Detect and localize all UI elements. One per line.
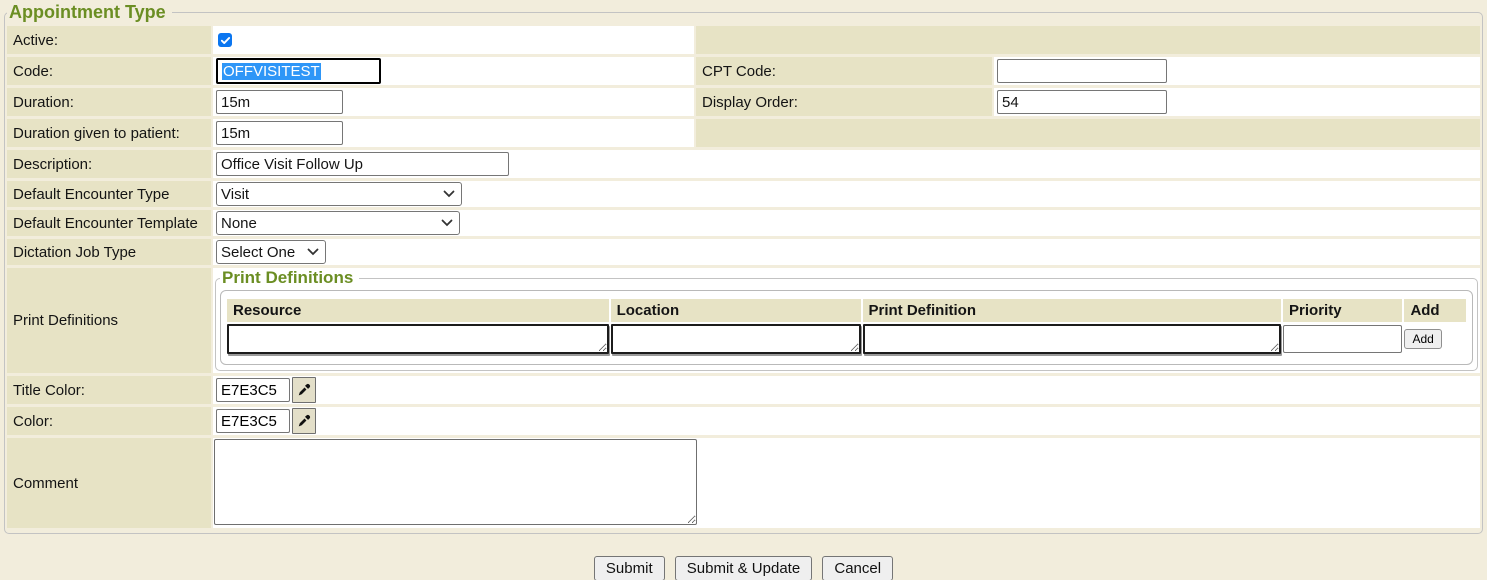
dictation-job-type-label: Dictation Job Type <box>7 239 211 265</box>
cancel-button[interactable]: Cancel <box>822 556 893 580</box>
duration-patient-row-filler <box>696 119 1480 147</box>
dictation-job-type-cell: Select One <box>213 239 1480 265</box>
print-definitions-box: Resource Location Print Definition Prior… <box>220 290 1473 365</box>
active-input-cell <box>213 26 694 54</box>
eyedropper-icon <box>297 414 311 428</box>
default-encounter-template-select[interactable]: None <box>216 211 460 235</box>
eyedropper-icon <box>297 383 311 397</box>
title-color-label: Title Color: <box>7 376 211 404</box>
row-default-encounter-type: Default Encounter Type Visit <box>7 181 1480 207</box>
color-cell <box>213 407 1480 435</box>
description-label: Description: <box>7 150 211 178</box>
default-encounter-type-cell: Visit <box>213 181 1480 207</box>
row-dictation-job-type: Dictation Job Type Select One <box>7 239 1480 265</box>
check-icon <box>220 35 231 46</box>
row-title-color: Title Color: <box>7 376 1480 404</box>
duration-input-cell <box>213 88 694 116</box>
title-color-input[interactable] <box>216 378 290 402</box>
chevron-down-icon <box>441 219 453 227</box>
duration-patient-input[interactable] <box>216 121 343 145</box>
duration-input[interactable] <box>216 90 343 114</box>
comment-cell <box>213 438 1480 528</box>
row-default-encounter-template: Default Encounter Template None <box>7 210 1480 236</box>
appointment-type-fieldset: Appointment Type Active: Code: OFFVISITE… <box>4 2 1483 534</box>
priority-column-header: Priority <box>1283 299 1402 322</box>
active-checkbox[interactable] <box>218 33 232 47</box>
page-title: Appointment Type <box>7 2 172 23</box>
duration-label: Duration: <box>7 88 211 116</box>
chevron-down-icon <box>307 248 319 256</box>
duration-patient-input-cell <box>213 119 694 147</box>
row-color: Color: <box>7 407 1480 435</box>
display-order-input-cell <box>994 88 1480 116</box>
title-color-picker-button[interactable] <box>292 377 316 403</box>
print-definitions-legend: Print Definitions <box>220 268 359 288</box>
row-active: Active: <box>7 26 1480 54</box>
form-button-bar: Submit Submit & Update Cancel <box>0 556 1487 580</box>
print-definitions-fieldset: Print Definitions Resource Location Prin… <box>215 268 1478 371</box>
print-definitions-cell: Print Definitions Resource Location Prin… <box>213 268 1480 373</box>
display-order-label: Display Order: <box>696 88 992 116</box>
color-input[interactable] <box>216 409 290 433</box>
chevron-down-icon <box>443 190 455 198</box>
print-definitions-input-row: Add <box>227 324 1466 354</box>
duration-patient-label: Duration given to patient: <box>7 119 211 147</box>
row-print-definitions: Print Definitions Print Definitions Reso… <box>7 268 1480 373</box>
code-label: Code: <box>7 57 211 85</box>
print-definition-input[interactable] <box>863 324 1282 354</box>
resource-column-header: Resource <box>227 299 609 322</box>
location-column-header: Location <box>611 299 861 322</box>
title-color-cell <box>213 376 1480 404</box>
print-definition-column-header: Print Definition <box>863 299 1282 322</box>
default-encounter-template-cell: None <box>213 210 1480 236</box>
active-row-filler <box>696 26 1480 54</box>
active-label: Active: <box>7 26 211 54</box>
comment-label: Comment <box>7 438 211 528</box>
default-encounter-type-value: Visit <box>221 186 249 203</box>
appointment-type-form: Active: Code: OFFVISITEST CPT Code: <box>7 26 1480 528</box>
cpt-code-label: CPT Code: <box>696 57 992 85</box>
description-input-cell <box>213 150 1480 178</box>
row-duration: Duration: Display Order: <box>7 88 1480 116</box>
priority-input[interactable] <box>1283 325 1402 353</box>
display-order-input[interactable] <box>997 90 1167 114</box>
color-label: Color: <box>7 407 211 435</box>
row-comment: Comment <box>7 438 1480 528</box>
add-column-header: Add <box>1404 299 1466 322</box>
code-selected-text: OFFVISITEST <box>222 63 321 80</box>
code-input[interactable]: OFFVISITEST <box>216 58 381 84</box>
location-input[interactable] <box>611 324 861 354</box>
print-definitions-label: Print Definitions <box>7 268 211 373</box>
dictation-job-type-value: Select One <box>221 244 295 261</box>
resource-input[interactable] <box>227 324 609 354</box>
default-encounter-type-select[interactable]: Visit <box>216 182 462 206</box>
row-duration-patient: Duration given to patient: <box>7 119 1480 147</box>
submit-and-update-button[interactable]: Submit & Update <box>675 556 812 580</box>
color-picker-button[interactable] <box>292 408 316 434</box>
default-encounter-template-value: None <box>221 215 257 232</box>
print-definitions-header-row: Resource Location Print Definition Prior… <box>227 299 1466 322</box>
cpt-code-input-cell <box>994 57 1480 85</box>
default-encounter-template-label: Default Encounter Template <box>7 210 211 236</box>
print-definitions-table: Resource Location Print Definition Prior… <box>225 297 1468 356</box>
cpt-code-input[interactable] <box>997 59 1167 83</box>
dictation-job-type-select[interactable]: Select One <box>216 240 326 264</box>
add-button[interactable]: Add <box>1404 329 1441 349</box>
row-code: Code: OFFVISITEST CPT Code: <box>7 57 1480 85</box>
row-description: Description: <box>7 150 1480 178</box>
submit-button[interactable]: Submit <box>594 556 665 580</box>
comment-textarea[interactable] <box>214 439 697 525</box>
code-input-cell: OFFVISITEST <box>213 57 694 85</box>
description-input[interactable] <box>216 152 509 176</box>
default-encounter-type-label: Default Encounter Type <box>7 181 211 207</box>
